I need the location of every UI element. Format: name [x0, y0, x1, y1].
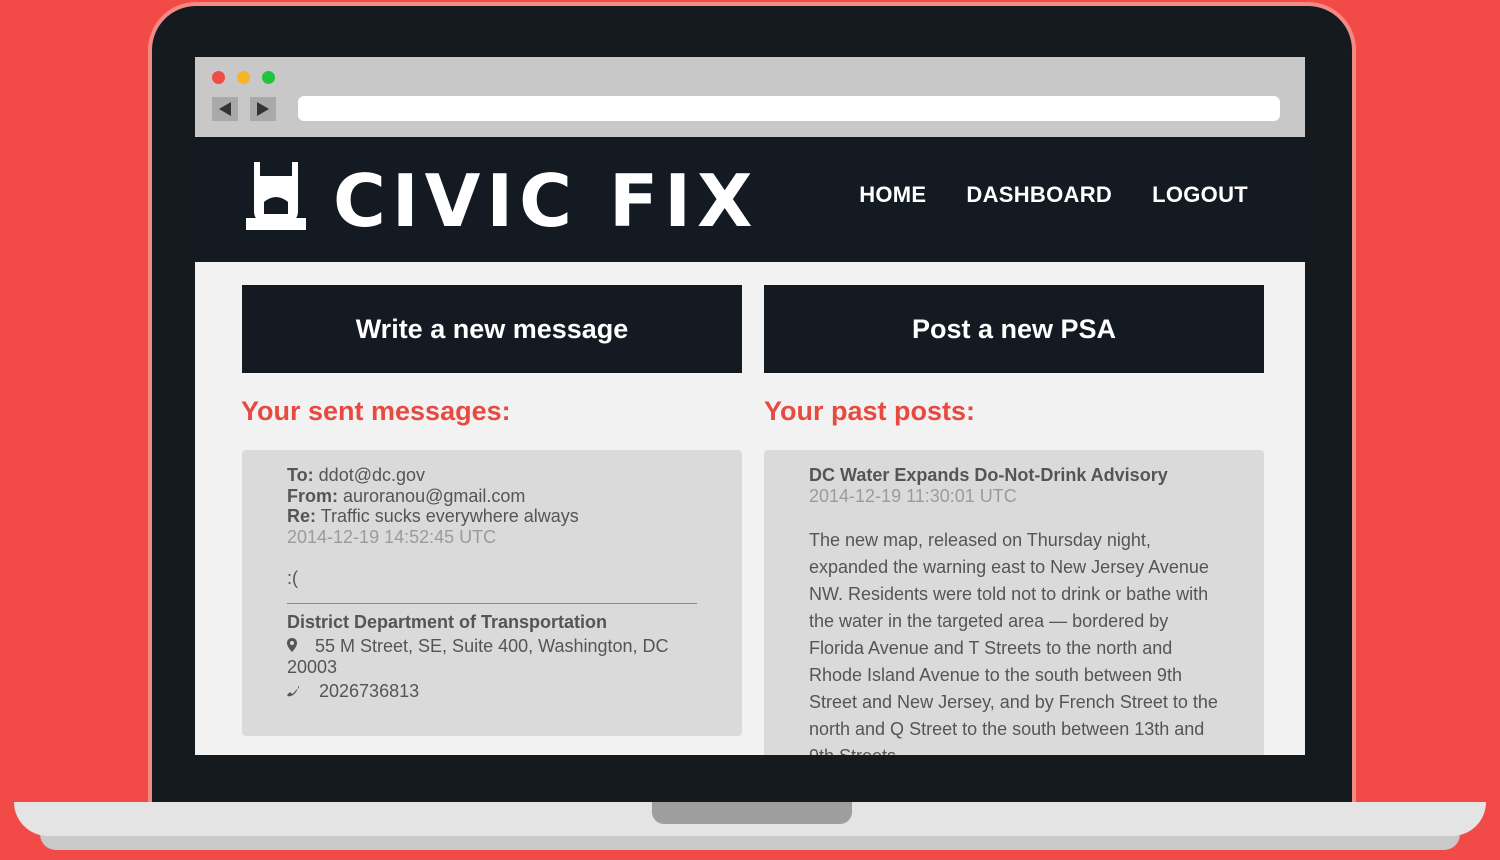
nav-dashboard-link[interactable]: DASHBOARD — [966, 181, 1112, 209]
message-subject-row: Re: Traffic sucks everywhere always — [287, 506, 697, 527]
browser-url-bar[interactable] — [298, 96, 1280, 121]
phone-icon — [287, 681, 319, 702]
monument-icon — [246, 162, 306, 230]
message-from: auroranou@gmail.com — [343, 485, 526, 506]
sent-message-card[interactable]: To: ddot@dc.gov From: auroranou@gmail.co… — [242, 450, 742, 736]
sent-messages-heading: Your sent messages: — [241, 396, 511, 426]
write-new-message-button[interactable]: Write a new message — [242, 285, 742, 373]
post-title: DC Water Expands Do-Not-Drink Advisory — [809, 465, 1168, 485]
browser-back-button[interactable] — [212, 97, 238, 121]
message-subject: Traffic sucks everywhere always — [320, 506, 579, 526]
post-timestamp: 2014-12-19 11:30:01 UTC — [809, 485, 1017, 506]
past-posts-heading: Your past posts: — [764, 396, 976, 426]
recipient-address-row: 55 M Street, SE, Suite 400, Washington, … — [287, 636, 697, 677]
message-divider — [287, 602, 697, 604]
main-nav: HOME DASHBOARD LOGOUT — [859, 181, 1248, 209]
message-body: :( — [287, 568, 298, 588]
site-header: CIVIC FIX HOME DASHBOARD LOGOUT — [195, 137, 1305, 262]
re-label: Re: — [287, 506, 317, 526]
past-post-card[interactable]: DC Water Expands Do-Not-Drink Advisory 2… — [764, 450, 1264, 755]
recipient-phone-row: 2026736813 — [287, 681, 697, 702]
back-arrow-icon — [219, 102, 231, 116]
to-label: To: — [287, 465, 314, 485]
message-timestamp: 2014-12-19 14:52:45 UTC — [287, 526, 497, 547]
browser-forward-button[interactable] — [250, 97, 276, 121]
nav-logout-link[interactable]: LOGOUT — [1152, 181, 1248, 209]
window-close-dot[interactable] — [212, 71, 225, 84]
post-body: The new map, released on Thursday night,… — [809, 530, 1218, 755]
recipient-address: 55 M Street, SE, Suite 400, Washington, … — [287, 636, 669, 677]
recipient-phone: 2026736813 — [319, 681, 420, 701]
nav-home-link[interactable]: HOME — [859, 181, 926, 209]
message-to-row: To: ddot@dc.gov — [287, 465, 697, 486]
laptop-base-shadow — [40, 834, 1460, 850]
from-label: From: — [287, 485, 338, 506]
laptop-notch — [652, 802, 852, 824]
message-from-row: From: auroranou@gmail.com — [287, 486, 697, 507]
site-logo-text[interactable]: CIVIC FIX — [333, 159, 759, 243]
laptop-screen: CIVIC FIX HOME DASHBOARD LOGOUT Write a … — [195, 57, 1305, 755]
window-maximize-dot[interactable] — [262, 71, 275, 84]
post-new-psa-button[interactable]: Post a new PSA — [764, 285, 1264, 373]
forward-arrow-icon — [257, 102, 269, 116]
recipient-name: District Department of Transportation — [287, 611, 608, 632]
window-minimize-dot[interactable] — [237, 71, 250, 84]
browser-chrome — [195, 57, 1305, 137]
message-to: ddot@dc.gov — [318, 465, 426, 485]
